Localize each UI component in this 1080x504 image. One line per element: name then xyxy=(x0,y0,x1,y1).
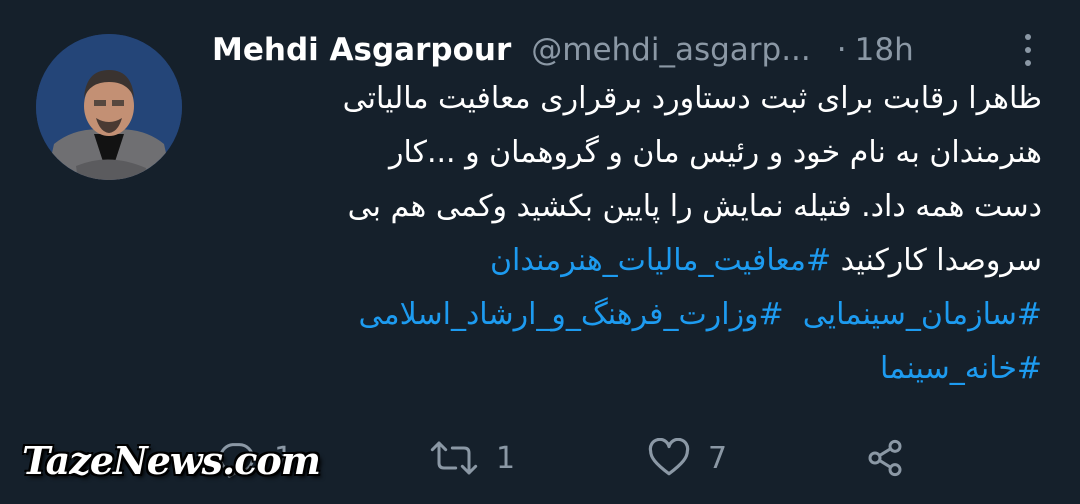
separator-dot: · xyxy=(836,32,847,68)
retweet-count: 1 xyxy=(496,440,516,476)
retweet-icon xyxy=(430,441,478,475)
tweet-text: ظاهرا رقابت برای ثبت دستاورد برقراری معا… xyxy=(212,72,1042,396)
tweet-line: دست همه داد. فتیله نمایش را پایین بکشید … xyxy=(347,189,1042,224)
author-handle[interactable]: @mehdi_asgarp... xyxy=(531,32,811,68)
hashtag-link[interactable]: #معافیت_مالیات_هنرمندان xyxy=(490,243,831,278)
hashtag-link[interactable]: #سازمان_سینمایی xyxy=(803,297,1042,332)
like-count: 7 xyxy=(708,440,728,476)
hashtag-link[interactable]: #خانه_سینما xyxy=(880,351,1042,386)
tweet-line: #سازمان_سینمایی #وزارت_فرهنگ_و_ارشاد_اسل… xyxy=(212,288,1043,342)
share-icon xyxy=(868,439,902,477)
tweet-line: ظاهرا رقابت برای ثبت دستاورد برقراری معا… xyxy=(342,81,1042,116)
share-button[interactable] xyxy=(864,428,906,488)
avatar[interactable] xyxy=(36,34,182,180)
tweet-line: سروصدا کارکنید #معافیت_مالیات_هنرمندان xyxy=(212,234,1042,288)
tweet-line: هنرمندان به نام خود و رئیس مان و گروهمان… xyxy=(389,135,1042,170)
tweet-line: #خانه_سینما xyxy=(212,342,1042,396)
author-name[interactable]: Mehdi Asgarpour xyxy=(212,32,511,68)
more-options-icon[interactable] xyxy=(1016,30,1040,70)
tweet-header: Mehdi Asgarpour @mehdi_asgarp... · 18h xyxy=(212,28,1042,72)
tweet-timestamp[interactable]: 18h xyxy=(855,32,914,68)
heart-icon xyxy=(648,438,690,476)
avatar-image xyxy=(36,34,182,180)
hashtag-link[interactable]: #وزارت_فرهنگ_و_ارشاد_اسلامی xyxy=(359,297,784,332)
like-button[interactable]: 7 xyxy=(648,428,727,488)
tweet-text-fragment: سروصدا کارکنید xyxy=(831,243,1042,278)
watermark-logo: TazeNews.com xyxy=(22,438,321,483)
retweet-button[interactable]: 1 xyxy=(430,428,515,488)
